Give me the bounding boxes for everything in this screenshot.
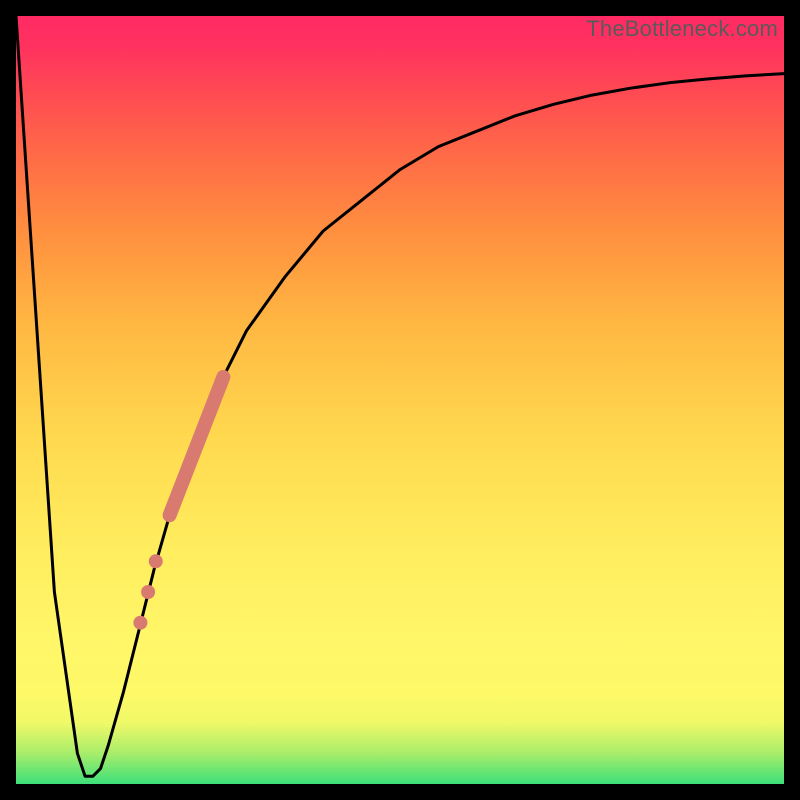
chart-frame: TheBottleneck.com (0, 0, 800, 800)
bottleneck-curve (16, 16, 784, 776)
highlight-dot (133, 616, 147, 630)
highlight-dot (149, 554, 163, 568)
plot-area: TheBottleneck.com (16, 16, 784, 784)
highlight-segment (170, 377, 224, 515)
highlight-dots (133, 554, 162, 629)
curve-layer (16, 16, 784, 784)
highlight-dot (141, 585, 155, 599)
